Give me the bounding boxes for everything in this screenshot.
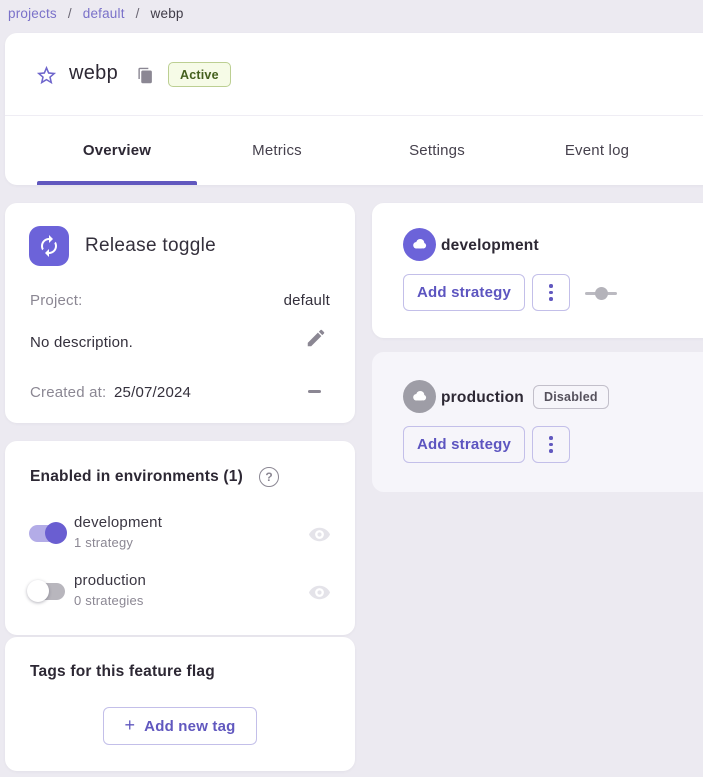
add-strategy-button[interactable]: Add strategy: [403, 274, 525, 311]
tab-overview-label: Overview: [83, 142, 151, 159]
toggle-development[interactable]: [27, 521, 67, 545]
release-toggle-type-icon: [29, 226, 69, 266]
feature-flag-page: projects / default / webp webp Active Ov…: [0, 0, 703, 777]
created-at-value: 25/07/2024: [114, 384, 191, 401]
tab-event-log[interactable]: Event log: [517, 116, 677, 185]
tab-metrics[interactable]: Metrics: [197, 116, 357, 185]
created-at-label: Created at:: [30, 384, 106, 401]
more-options-kebab-button[interactable]: [532, 274, 570, 311]
env-name-production: production: [74, 572, 146, 589]
cloud-icon: [403, 380, 436, 413]
breadcrumb-default[interactable]: default: [83, 6, 125, 21]
disabled-badge: Disabled: [533, 385, 609, 409]
enabled-environments-card: Enabled in environments (1) ? developmen…: [5, 441, 355, 635]
visibility-eye-icon[interactable]: [308, 581, 331, 604]
help-icon[interactable]: ?: [259, 467, 279, 487]
enabled-environments-title: Enabled in environments (1): [30, 468, 243, 486]
favorite-star-icon[interactable]: [35, 64, 58, 87]
breadcrumb-separator: /: [136, 6, 140, 21]
flag-type-label: Release toggle: [85, 235, 216, 257]
tab-bar: Overview Metrics Settings Event log: [37, 116, 677, 185]
tab-event-log-label: Event log: [565, 142, 629, 159]
environment-card-production: production Disabled Add strategy: [372, 352, 703, 492]
add-new-tag-label: Add new tag: [144, 718, 235, 735]
breadcrumb-current: webp: [151, 6, 184, 21]
edit-description-icon[interactable]: [305, 327, 327, 349]
env-card-title-production: production: [441, 389, 524, 407]
status-badge: Active: [168, 62, 231, 87]
project-label: Project:: [30, 292, 82, 309]
toggle-thumb: [45, 522, 67, 544]
visibility-eye-icon[interactable]: [308, 523, 331, 546]
tags-card: Tags for this feature flag + Add new tag: [5, 637, 355, 771]
add-strategy-button[interactable]: Add strategy: [403, 426, 525, 463]
toggle-production[interactable]: [27, 579, 67, 603]
environment-card-development: development Add strategy: [372, 203, 703, 338]
active-tab-indicator: [37, 181, 197, 185]
env-card-title-development: development: [441, 237, 539, 255]
breadcrumb-projects[interactable]: projects: [8, 6, 57, 21]
toggle-thumb: [27, 580, 49, 602]
collapse-minus-icon[interactable]: [308, 390, 321, 393]
copy-name-icon[interactable]: [137, 67, 154, 84]
cloud-icon: [403, 228, 436, 261]
breadcrumb-separator: /: [68, 6, 72, 21]
env-strategy-count-production: 0 strategies: [74, 593, 144, 608]
tab-overview[interactable]: Overview: [37, 116, 197, 185]
description-text: No description.: [30, 334, 133, 351]
flag-info-card: Release toggle Project: default No descr…: [5, 203, 355, 423]
help-glyph: ?: [265, 470, 272, 484]
autorenew-arrows-icon: [37, 234, 61, 258]
tab-settings-label: Settings: [409, 142, 465, 159]
flag-header-card: webp Active Overview Metrics Settings Ev…: [5, 33, 703, 185]
tab-metrics-label: Metrics: [252, 142, 302, 159]
tab-settings[interactable]: Settings: [357, 116, 517, 185]
more-options-kebab-button[interactable]: [532, 426, 570, 463]
page-title: webp: [69, 62, 118, 85]
env-name-development: development: [74, 514, 162, 531]
drag-handle-icon[interactable]: [585, 285, 617, 301]
add-new-tag-button[interactable]: + Add new tag: [103, 707, 257, 745]
tags-title: Tags for this feature flag: [30, 663, 215, 681]
breadcrumb: projects / default / webp: [8, 6, 184, 21]
plus-icon: +: [124, 715, 135, 736]
env-strategy-count-development: 1 strategy: [74, 535, 133, 550]
project-value: default: [284, 292, 330, 309]
